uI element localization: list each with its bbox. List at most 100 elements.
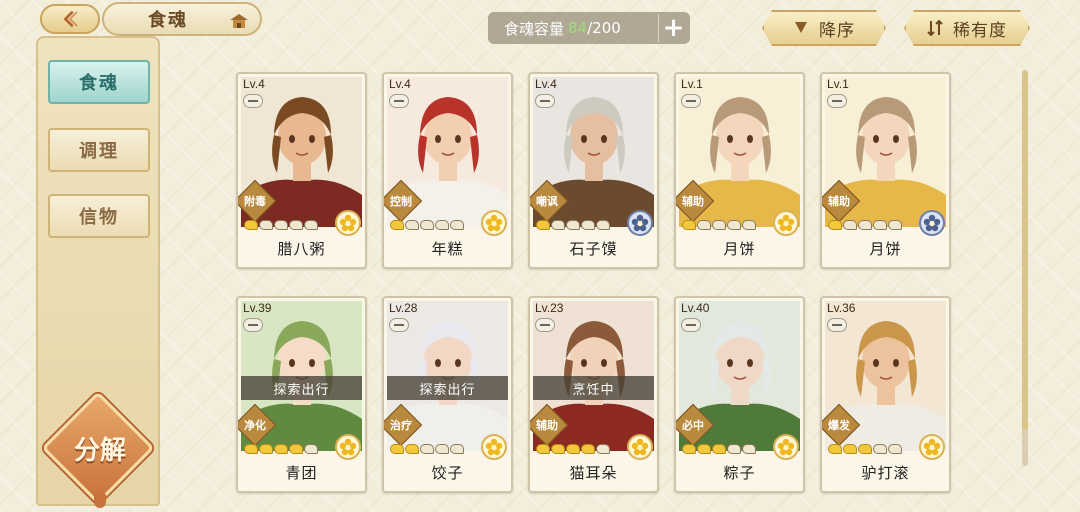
favorite-icon[interactable]	[389, 318, 409, 332]
star-icon	[873, 220, 887, 230]
decompose-label: 分解	[73, 436, 126, 466]
star-rating	[828, 444, 902, 454]
card-level: Lv.1	[681, 77, 703, 91]
favorite-icon[interactable]	[535, 94, 555, 108]
star-icon	[727, 444, 741, 454]
star-icon	[742, 220, 756, 230]
card-name: 猫耳朵	[569, 464, 618, 482]
role-label: 必中	[682, 419, 704, 432]
sidebar-item-foodsoul[interactable]: 食魂	[48, 60, 150, 104]
foodsoul-card[interactable]: Lv.36 爆发 驴打滚	[820, 296, 951, 493]
card-level: Lv.39	[243, 301, 272, 315]
star-icon	[682, 220, 696, 230]
plus-icon: +	[662, 13, 685, 43]
capacity-max: 200	[592, 19, 621, 37]
star-icon	[742, 444, 756, 454]
sort-arrows-icon	[927, 19, 943, 37]
favorite-icon[interactable]	[535, 318, 555, 332]
star-icon	[888, 220, 902, 230]
card-name: 月饼	[723, 240, 756, 258]
star-icon	[828, 444, 842, 454]
card-name: 年糕	[431, 240, 464, 258]
element-flower-icon	[773, 434, 799, 460]
foodsoul-card[interactable]: Lv.4 控制 年糕	[382, 72, 513, 269]
back-arrow-icon	[64, 11, 78, 27]
capacity-label: 食魂容量	[504, 19, 565, 38]
expand-capacity-button[interactable]: +	[658, 14, 688, 42]
element-flower-icon	[335, 210, 361, 236]
card-level: Lv.1	[827, 77, 849, 91]
card-level: Lv.4	[243, 77, 265, 91]
star-icon	[259, 444, 273, 454]
card-name: 青团	[285, 464, 318, 482]
star-icon	[304, 220, 318, 230]
element-flower-icon	[919, 434, 945, 460]
card-name: 腊八粥	[277, 240, 326, 258]
card-name: 月饼	[869, 240, 902, 258]
foodsoul-card[interactable]: Lv.39 探索出行 净化 青团	[236, 296, 367, 493]
favorite-icon[interactable]	[827, 318, 847, 332]
star-icon	[712, 444, 726, 454]
card-level: Lv.23	[535, 301, 564, 315]
foodsoul-card[interactable]: Lv.1 辅助 月饼	[674, 72, 805, 269]
home-icon[interactable]	[228, 12, 250, 30]
star-icon	[581, 220, 595, 230]
card-level: Lv.28	[389, 301, 418, 315]
star-icon	[450, 444, 464, 454]
sidebar-item-conditioning[interactable]: 调理	[48, 128, 150, 172]
star-icon	[435, 220, 449, 230]
star-rating	[536, 220, 610, 230]
tassel-decoration	[94, 494, 106, 508]
favorite-icon[interactable]	[681, 318, 701, 332]
card-status: 探索出行	[387, 376, 508, 400]
foodsoul-card-grid: Lv.4 附毒 腊八粥 Lv.4 控制 年糕 Lv.4 嘲讽 石子馍 Lv.1 …	[236, 72, 956, 496]
sidebar-item-label: 调理	[79, 141, 119, 162]
card-status: 烹饪中	[533, 376, 654, 400]
triangle-down-icon	[793, 20, 809, 36]
capacity-current: 84	[568, 19, 588, 37]
star-rating	[390, 444, 464, 454]
element-flower-icon	[773, 210, 799, 236]
star-icon	[450, 220, 464, 230]
element-flower-icon	[627, 210, 653, 236]
star-icon	[843, 220, 857, 230]
star-rating	[244, 444, 318, 454]
star-icon	[712, 220, 726, 230]
star-icon	[697, 444, 711, 454]
foodsoul-card[interactable]: Lv.1 辅助 月饼	[820, 72, 951, 269]
card-status: 探索出行	[241, 376, 362, 400]
card-level: Lv.36	[827, 301, 856, 315]
grid-scrollbar[interactable]	[1022, 70, 1028, 466]
favorite-icon[interactable]	[827, 94, 847, 108]
favorite-icon[interactable]	[389, 94, 409, 108]
element-flower-icon	[627, 434, 653, 460]
foodsoul-card[interactable]: Lv.4 附毒 腊八粥	[236, 72, 367, 269]
foodsoul-card[interactable]: Lv.4 嘲讽 石子馍	[528, 72, 659, 269]
card-level: Lv.4	[535, 77, 557, 91]
back-button[interactable]	[40, 4, 100, 34]
star-icon	[551, 444, 565, 454]
star-icon	[289, 444, 303, 454]
star-icon	[697, 220, 711, 230]
foodsoul-card[interactable]: Lv.28 探索出行 治疗 饺子	[382, 296, 513, 493]
star-icon	[259, 220, 273, 230]
role-label: 控制	[390, 195, 412, 208]
star-icon	[566, 444, 580, 454]
star-icon	[536, 444, 550, 454]
star-icon	[551, 220, 565, 230]
foodsoul-card[interactable]: Lv.40 必中 粽子	[674, 296, 805, 493]
role-label: 净化	[244, 419, 266, 432]
favorite-icon[interactable]	[681, 94, 701, 108]
scrollbar-thumb[interactable]	[1022, 70, 1028, 430]
star-icon	[244, 220, 258, 230]
sidebar-item-token[interactable]: 信物	[48, 194, 150, 238]
favorite-icon[interactable]	[243, 94, 263, 108]
foodsoul-card[interactable]: Lv.23 烹饪中 辅助 猫耳朵	[528, 296, 659, 493]
sort-order-button[interactable]: 降序	[762, 10, 886, 46]
star-icon	[888, 444, 902, 454]
sidebar-item-label: 信物	[79, 207, 119, 228]
sort-rarity-button[interactable]: 稀有度	[904, 10, 1030, 46]
star-icon	[274, 444, 288, 454]
favorite-icon[interactable]	[243, 318, 263, 332]
element-flower-icon	[481, 434, 507, 460]
